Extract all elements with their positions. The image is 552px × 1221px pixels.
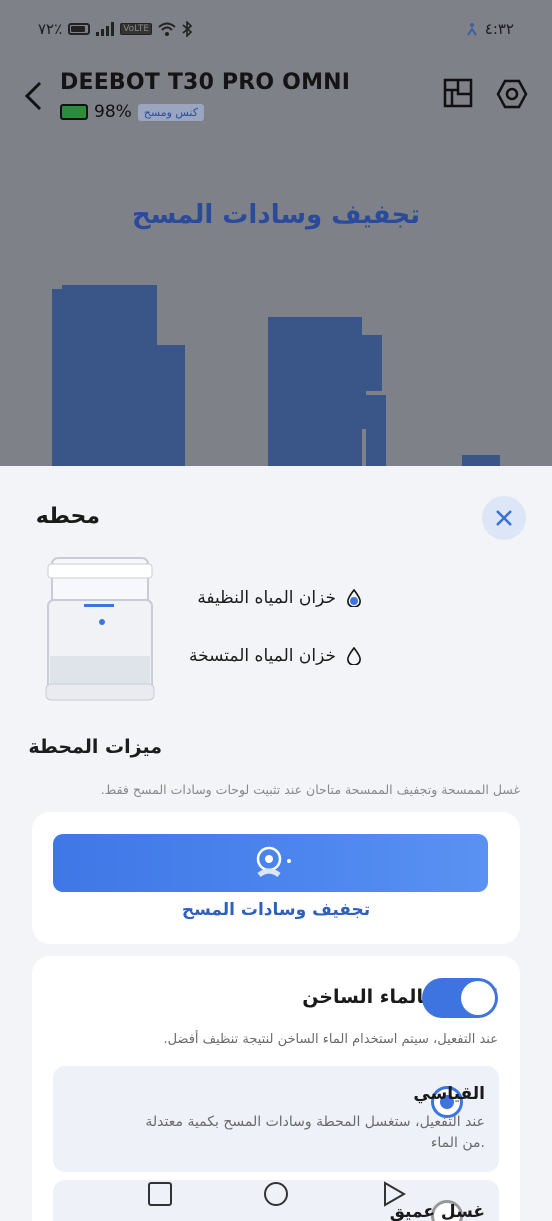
status-bar: ٧٢٪ VoLTE ٤:٣٢: [0, 18, 552, 46]
clean-tank-row: خزان المياه النظيفة: [197, 588, 362, 608]
chevron-left-icon: [24, 81, 42, 111]
map-room-block: [62, 285, 157, 345]
recents-square-icon[interactable]: [146, 1180, 174, 1208]
station-image: [45, 557, 155, 701]
header: DEEBOT T30 PRO OMNI 98% كنس ومسح: [0, 62, 552, 132]
hot-wash-toggle[interactable]: [422, 978, 498, 1018]
dirty-tank-row: خزان المياه المتسخة: [189, 646, 362, 666]
settings-button[interactable]: [496, 78, 528, 110]
dry-pads-card: تجفيف وسادات المسح: [32, 812, 520, 944]
dirty-tank-label: خزان المياه المتسخة: [189, 646, 336, 666]
sheet-title: محطه: [35, 504, 100, 529]
device-battery-pct: 98%: [94, 102, 132, 122]
station-sheet: محطه خزان المياه النظيفة خزان المياه الم…: [0, 466, 552, 1221]
features-note: .غسل الممسحة وتجفيف الممسحة متاحان عند ت…: [100, 782, 520, 797]
device-title: DEEBOT T30 PRO OMNI: [60, 70, 351, 95]
home-circle-icon[interactable]: [262, 1180, 290, 1208]
map-edit-button[interactable]: [442, 78, 474, 110]
map-room-block: [362, 335, 382, 391]
toggle-knob: [461, 981, 495, 1015]
back-triangle-icon[interactable]: [380, 1180, 408, 1208]
map-grid-icon: [443, 78, 473, 108]
hot-wash-note: .عند التفعيل، سيتم استخدام الماء الساخن …: [163, 1032, 498, 1047]
map-canvas[interactable]: [0, 285, 552, 470]
map-status-title: تجفيف وسادات المسح: [131, 200, 421, 230]
station-illustration: [40, 556, 155, 704]
option-standard-desc: عند التفعيل، ستغسل المحطة وسادات المسح ب…: [145, 1114, 485, 1151]
bluetooth-icon: [182, 21, 193, 37]
close-icon: [496, 510, 512, 526]
battery-icon: [68, 23, 91, 35]
device-status-row: 98% كنس ومسح: [60, 102, 204, 122]
status-right: ٤:٣٢: [465, 20, 514, 38]
battery-text: ٧٢٪: [38, 20, 63, 38]
dry-pads-label[interactable]: تجفيف وسادات المسح: [32, 900, 520, 920]
screen: ٧٢٪ VoLTE ٤:٣٢ DEEBOT T30 PRO OMNI 98% ك…: [0, 0, 552, 1221]
device-battery-icon: [60, 104, 88, 120]
clock: ٤:٣٢: [484, 20, 514, 38]
status-left: ٧٢٪ VoLTE: [38, 20, 193, 38]
close-button[interactable]: [482, 496, 526, 540]
option-standard-title: القياسي: [413, 1084, 485, 1104]
map-room-block: [366, 395, 386, 470]
gear-icon: [496, 79, 528, 109]
clean-tank-label: خزان المياه النظيفة: [197, 588, 336, 608]
signal-icon: [96, 22, 115, 36]
mode-badge: كنس ومسح: [137, 103, 204, 121]
runner-icon: [466, 23, 477, 36]
wifi-icon: [158, 22, 176, 36]
water-drop-empty-icon: [347, 647, 361, 665]
water-drop-full-icon: [347, 589, 361, 607]
system-nav-bar: [0, 1170, 552, 1215]
volte-badge: VoLTE: [120, 23, 153, 35]
option-standard[interactable]: القياسي عند التفعيل، ستغسل المحطة وسادات…: [53, 1066, 499, 1172]
map-room-block: [157, 345, 185, 470]
drying-icon: [256, 846, 291, 878]
dry-pads-button[interactable]: [53, 834, 488, 892]
back-button[interactable]: [22, 80, 44, 116]
map-room-block: [268, 317, 362, 470]
features-title: ميزات المحطة: [28, 736, 162, 758]
